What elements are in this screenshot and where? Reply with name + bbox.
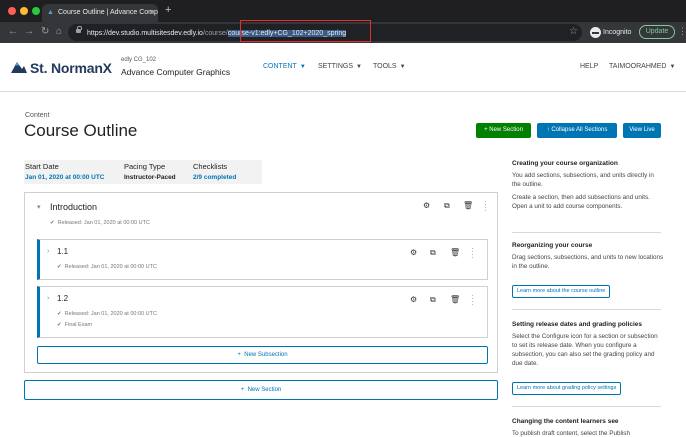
collapse-all-button[interactable]: ↑ Collapse All Sections xyxy=(537,123,617,138)
sidebar-text: To publish draft content, select the Pub… xyxy=(512,430,630,437)
home-icon[interactable]: ⌂ xyxy=(56,25,62,39)
window-minimize-button[interactable] xyxy=(20,7,28,15)
sidebar-text: Drag sections, subsections, and units to… xyxy=(512,254,664,270)
back-icon[interactable]: ← xyxy=(8,25,18,39)
nav-help-link[interactable]: HELP xyxy=(580,63,598,70)
forward-icon[interactable]: → xyxy=(24,25,34,39)
section-drag-handle-icon[interactable] xyxy=(484,200,487,212)
new-section-bottom-button[interactable]: + New Section xyxy=(24,380,498,400)
tab-close-icon[interactable]: × xyxy=(149,4,154,22)
subsection-expand-icon[interactable]: › xyxy=(47,295,49,302)
sidebar-heading-reorganizing: Reorganizing your course xyxy=(512,242,593,249)
start-date-link[interactable]: Jan 01, 2020 at 00:00 UTC xyxy=(25,174,105,181)
check-icon: ✔ xyxy=(50,220,55,226)
subsection-delete-trash-icon[interactable]: 🗑 xyxy=(450,249,460,257)
section-configure-gear-icon[interactable]: ⚙ xyxy=(423,202,430,210)
subsection-duplicate-icon[interactable]: ⧉ xyxy=(430,296,436,304)
nav-tools-menu[interactable]: TOOLS ▼ xyxy=(373,63,406,70)
section-collapse-icon[interactable]: ▾ xyxy=(37,203,41,211)
learn-grading-link[interactable]: Learn more about grading policy settings xyxy=(512,382,622,395)
bookmark-star-icon[interactable]: ☆ xyxy=(569,27,578,37)
section-duplicate-icon[interactable]: ⧉ xyxy=(444,202,450,210)
sidebar-heading-organization: Creating your course organization xyxy=(512,160,618,167)
check-icon: ✔ xyxy=(57,264,62,270)
sidebar-divider xyxy=(512,232,661,233)
check-icon: ✔ xyxy=(57,322,62,328)
subsection-grading-status: ✔ Final Exam xyxy=(57,322,93,328)
window-zoom-button[interactable] xyxy=(32,7,40,15)
browser-tab[interactable]: ▲ Course Outline | Advance Comp × xyxy=(42,4,158,22)
subsection-card xyxy=(37,239,488,280)
nav-settings-menu[interactable]: SETTINGS ▼ xyxy=(318,63,362,70)
browser-menu-icon[interactable]: ⋮ xyxy=(678,27,686,36)
sidebar-text: Create a section, then add subsections a… xyxy=(512,194,650,210)
tab-title: Course Outline | Advance Comp xyxy=(58,9,158,16)
subsection-drag-handle-icon[interactable] xyxy=(471,247,474,259)
new-tab-icon[interactable]: + xyxy=(165,5,171,16)
chevron-down-icon: ▼ xyxy=(299,64,306,70)
course-name[interactable]: Advance Computer Graphics xyxy=(121,67,230,77)
subsection-configure-gear-icon[interactable]: ⚙ xyxy=(410,296,417,304)
page-title: Course Outline xyxy=(24,121,138,140)
course-org: edly CG_102 xyxy=(121,57,157,63)
chevron-down-icon: ▼ xyxy=(669,64,676,70)
check-icon: ✔ xyxy=(57,311,62,317)
incognito-label: Incognito xyxy=(603,29,632,36)
sidebar-text: Select the Configure icon for a section … xyxy=(512,333,658,367)
url-highlight-annotation xyxy=(240,20,371,42)
new-section-button[interactable]: + New Section xyxy=(476,123,531,138)
incognito-icon xyxy=(590,27,601,38)
favicon-icon: ▲ xyxy=(47,9,54,16)
logo[interactable]: St. NormanX xyxy=(30,60,112,76)
update-button[interactable]: Update xyxy=(639,25,675,39)
subsection-title[interactable]: 1.2 xyxy=(57,294,68,303)
subsection-release-status: ✔ Released: Jan 01, 2020 at 00:00 UTC xyxy=(57,311,157,317)
section-release-status: ✔ Released: Jan 01, 2020 at 00:00 UTC xyxy=(50,220,150,226)
window-close-button[interactable] xyxy=(8,7,16,15)
pacing-label: Pacing Type xyxy=(124,162,166,171)
nav-content-menu[interactable]: CONTENT ▼ xyxy=(263,63,306,70)
subsection-configure-gear-icon[interactable]: ⚙ xyxy=(410,249,417,257)
browser-tab-strip: ▲ Course Outline | Advance Comp × + xyxy=(0,0,686,22)
sidebar-heading-release: Setting release dates and grading polici… xyxy=(512,321,643,328)
sidebar-divider xyxy=(512,406,661,407)
section-delete-trash-icon[interactable]: 🗑 xyxy=(463,202,473,210)
lock-icon[interactable] xyxy=(76,26,82,33)
subsection-title[interactable]: 1.1 xyxy=(57,247,68,256)
plus-icon: + xyxy=(240,387,248,393)
view-live-button[interactable]: View Live xyxy=(623,123,661,138)
sidebar-heading-visibility: Changing the content learners see xyxy=(512,418,619,425)
chevron-down-icon: ▼ xyxy=(356,64,362,70)
subsection-expand-icon[interactable]: › xyxy=(47,248,49,255)
logo-mountain-icon xyxy=(11,62,27,73)
page-eyebrow: Content xyxy=(25,112,50,119)
nav-user-menu[interactable]: TAIMOORAHMED ▼ xyxy=(609,63,675,70)
new-subsection-button[interactable]: + New Subsection xyxy=(37,346,488,364)
sidebar-divider xyxy=(512,309,661,310)
learn-outline-link[interactable]: Learn more about the course outline xyxy=(512,285,611,298)
subsection-delete-trash-icon[interactable]: 🗑 xyxy=(450,296,460,304)
checklists-label: Checklists xyxy=(193,162,228,171)
chevron-down-icon: ▼ xyxy=(399,64,406,70)
studio-header: St. NormanX edly CG_102 Advance Computer… xyxy=(0,43,686,92)
subsection-drag-handle-icon[interactable] xyxy=(471,294,474,306)
sidebar-text: You add sections, subsections, and units… xyxy=(512,172,654,188)
checklists-link[interactable]: 2/9 completed xyxy=(193,174,236,181)
start-date-label: Start Date xyxy=(25,162,59,171)
pacing-value: Instructor-Paced xyxy=(124,174,176,181)
subsection-release-status: ✔ Released: Jan 01, 2020 at 00:00 UTC xyxy=(57,264,157,270)
section-title[interactable]: Introduction xyxy=(50,202,97,212)
reload-icon[interactable]: ↻ xyxy=(41,25,49,39)
subsection-duplicate-icon[interactable]: ⧉ xyxy=(430,249,436,257)
